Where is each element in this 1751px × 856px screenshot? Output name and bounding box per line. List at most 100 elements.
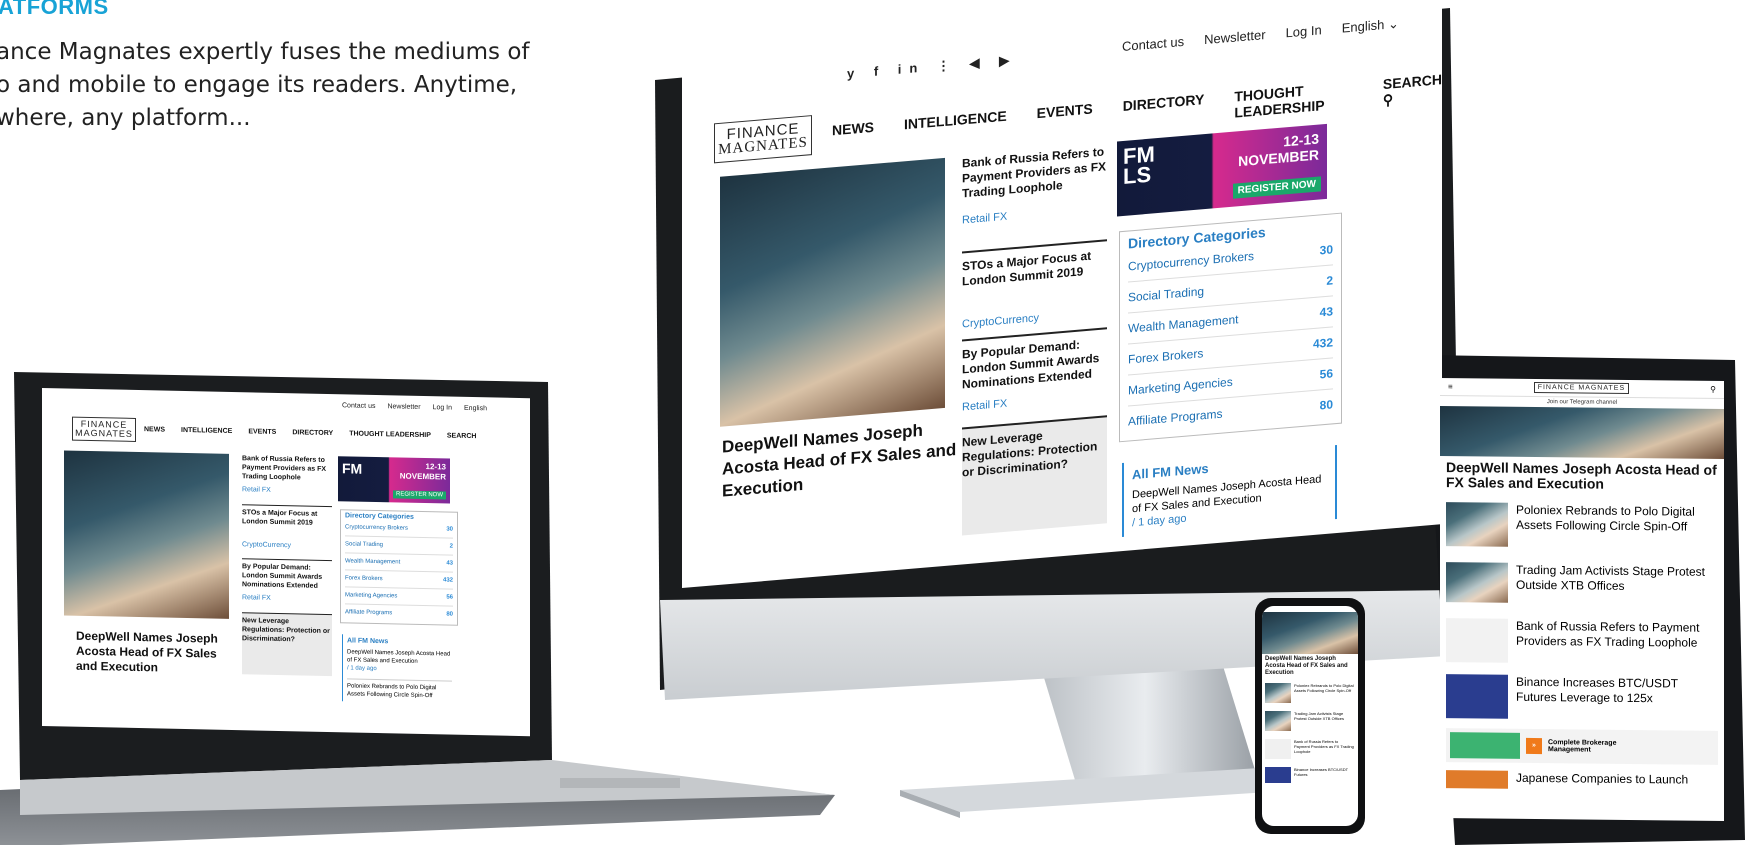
story-title: By Popular Demand: London Summit Awards … [962,337,1100,392]
list-item[interactable]: Trading Jam Activists Stage Protest Outs… [1262,707,1358,735]
event-banner[interactable]: FM 12-13 NOVEMBER REGISTER NOW [338,456,450,504]
directory-count: 30 [1319,242,1333,258]
directory-label: Marketing Agencies [345,592,398,600]
banner-month: NOVEMBER [399,471,446,482]
featured-image[interactable] [64,450,229,619]
list-item[interactable]: Bank of Russia Refers to Payment Provide… [242,454,332,506]
main-nav: NEWS INTELLIGENCE EVENTS DIRECTORY THOUG… [144,426,476,440]
featured-headline[interactable]: DeepWell Names Joseph Acosta Head of FX … [722,417,957,503]
directory-label: Social Trading [345,541,384,549]
nav-directory[interactable]: DIRECTORY [1123,91,1205,131]
newsletter-link[interactable]: Newsletter [387,403,420,411]
nav-search[interactable]: SEARCH [447,432,477,440]
list-item[interactable]: Bank of Russia Refers to Payment Provide… [1262,735,1358,763]
hero-headline[interactable]: DeepWell Names Joseph Acosta Head of FX … [1262,654,1358,679]
login-link[interactable]: Log In [1286,22,1322,41]
directory-label: Wealth Management [345,558,401,566]
chevron-down-icon: ⌄ [1384,15,1399,33]
list-item[interactable]: Bank of Russia Refers to Payment Provide… [962,144,1107,251]
list-item[interactable]: Trading Jam Activists Stage Protest Outs… [1440,554,1724,613]
login-link[interactable]: Log In [433,404,452,411]
banner-brand: FM LS [1123,141,1155,189]
list-item[interactable]: STOs a Major Focus at London Summit 2019… [242,504,332,561]
banner-brand: FM [342,460,363,477]
list-item[interactable]: New Leverage Regulations: Protection or … [962,415,1107,536]
story-tag[interactable]: Retail FX [962,201,1107,228]
site-logo[interactable]: FINANCE MAGNATES [1533,381,1630,394]
search-icon[interactable]: ⚲ [1710,385,1716,394]
story-title: STOs a Major Focus at London Summit 2019 [962,248,1092,289]
list-item[interactable]: Poloniex Rebrands to Polo Digital Assets… [1440,494,1724,557]
list-item[interactable]: Poloniex Rebrands to Polo Digital Assets… [1262,679,1358,707]
story-tag[interactable]: Retail FX [242,485,332,496]
banner-date: 12-13 NOVEMBER [1238,131,1319,170]
nav-events[interactable]: EVENTS [1037,101,1093,139]
ad-title: Complete Brokerage Management [1548,739,1617,754]
list-item[interactable]: Japanese Companies to Launch [1440,768,1724,793]
newsletter-link[interactable]: Newsletter [1204,27,1265,48]
story-thumbnail [1265,683,1291,703]
list-item[interactable]: New Leverage Regulations: Protection or … [242,612,332,677]
list-item[interactable]: By Popular Demand: London Summit Awards … [242,558,332,615]
contact-link[interactable]: Contact us [342,402,375,410]
nav-thought-leadership[interactable]: THOUGHT LEADERSHIP [349,430,431,439]
site-logo[interactable]: FINANCE MAGNATES [714,115,812,164]
directory-count: 2 [1326,273,1333,288]
tablet-screen: ≡ FINANCE MAGNATES ⚲ Join our Telegram c… [1440,378,1724,821]
nav-intelligence[interactable]: INTELLIGENCE [904,108,1007,150]
story-tag[interactable]: CryptoCurrency [242,540,332,551]
site-logo[interactable]: FINANCE MAGNATES [72,416,136,442]
nav-intelligence[interactable]: INTELLIGENCE [181,427,232,435]
banner-brand-line: LS [1123,161,1152,189]
nav-news[interactable]: NEWS [832,119,874,156]
story-list: Bank of Russia Refers to Payment Provide… [242,454,332,677]
directory-row[interactable]: Affiliate Programs 80 [345,604,453,622]
hero-image[interactable] [1440,406,1724,459]
laptop-screen: Contact us Newsletter Log In English FIN… [42,388,530,737]
register-button[interactable]: REGISTER NOW [1232,176,1321,199]
story-title: Bank of Russia Refers to Payment Provide… [962,144,1107,201]
directory-count: 432 [1312,335,1333,352]
nav-directory[interactable]: DIRECTORY [292,429,333,437]
language-label: English [1341,17,1385,36]
directory-label: Forex Brokers [1128,346,1204,367]
phone-screen: DeepWell Names Joseph Acosta Head of FX … [1262,606,1358,826]
hero-headline[interactable]: DeepWell Names Joseph Acosta Head of FX … [1440,456,1724,497]
all-news-title[interactable]: All FM News [347,637,452,647]
story-title: New Leverage Regulations: Protection or … [962,428,1098,480]
nav-search[interactable]: SEARCH ⚲ [1383,71,1442,109]
language-select[interactable]: English ⌄ [1342,16,1399,37]
directory-categories: Directory Categories Cryptocurrency Brok… [340,509,458,626]
menu-icon[interactable]: ≡ [1448,382,1453,391]
story-tag[interactable]: Retail FX [962,388,1107,415]
social-icons[interactable]: y f in ⋮ ◀ ▶ [847,52,1017,82]
ad-banner[interactable]: » Complete Brokerage Management [1446,728,1718,765]
list-item[interactable]: By Popular Demand: London Summit Awards … [962,327,1107,428]
story-title: Poloniex Rebrands to Polo Digital Assets… [1516,502,1695,534]
directory-count: 432 [442,577,453,584]
list-item[interactable]: Binance Increases BTC/USDT Futures Lever… [1440,670,1724,725]
featured-image[interactable] [720,157,945,427]
language-label[interactable]: English [464,405,487,412]
news-item[interactable]: Poloniex Rebrands to Polo Digital Assets… [347,678,452,701]
story-thumbnail [1446,502,1508,547]
register-button[interactable]: REGISTER NOW [392,490,446,500]
directory-categories: Directory Categories Cryptocurrency Brok… [1119,212,1342,443]
story-title: Bank of Russia Refers to Payment Provide… [242,455,327,482]
nav-events[interactable]: EVENTS [248,428,276,436]
list-item[interactable]: STOs a Major Focus at London Summit 2019… [962,239,1107,340]
story-title: New Leverage Regulations: Protection or … [242,617,330,644]
list-item[interactable]: Binance Increases BTC/USDT Futures [1262,763,1358,787]
ad-thumbnail [1450,732,1520,759]
story-thumbnail [1265,767,1291,783]
story-list: Bank of Russia Refers to Payment Provide… [962,144,1107,536]
featured-headline[interactable]: DeepWell Names Joseph Acosta Head of FX … [76,629,236,677]
list-item[interactable]: Bank of Russia Refers to Payment Provide… [1440,610,1724,673]
story-tag[interactable]: Retail FX [242,593,332,604]
hero-image[interactable] [1262,612,1358,654]
contact-link[interactable]: Contact us [1122,34,1184,55]
event-banner[interactable]: FM LS 12-13 NOVEMBER REGISTER NOW [1117,123,1327,217]
nav-thought-leadership[interactable]: THOUGHT LEADERSHIP [1234,79,1353,122]
nav-news[interactable]: NEWS [144,426,165,433]
directory-count: 80 [446,611,453,618]
